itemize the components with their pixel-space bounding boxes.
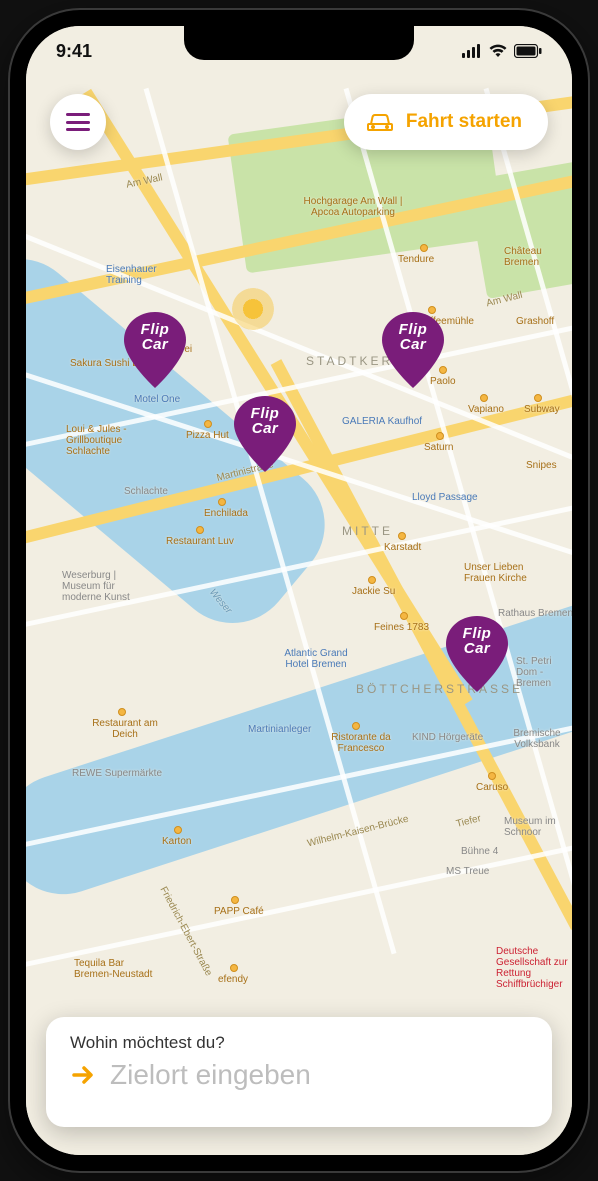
map-poi-label: St. Petri Dom - Bremen xyxy=(516,656,572,689)
map-poi-label: Snipes xyxy=(526,460,557,471)
map-poi-label: Bühne 4 xyxy=(461,846,498,857)
map-poi-label: Deutsche Gesellschaft zur Rettung Schiff… xyxy=(496,946,572,990)
destination-search-card[interactable]: Wohin möchtest du? xyxy=(46,1017,552,1127)
pin-brand: FlipCar xyxy=(382,322,444,352)
map-poi-dot xyxy=(196,526,204,534)
map-street-label: Tiefer xyxy=(455,813,482,830)
pin-brand: FlipCar xyxy=(124,322,186,352)
map-poi-label: Motel One xyxy=(134,394,180,405)
wifi-icon xyxy=(488,44,508,58)
map-poi-label: Subway xyxy=(524,404,560,415)
map-poi-dot xyxy=(174,826,182,834)
map-poi-label: Ristorante da Francesco xyxy=(326,732,396,754)
map-poi-label: Weserburg | Museum für moderne Kunst xyxy=(62,570,152,603)
search-row xyxy=(70,1059,528,1091)
map-poi-dot xyxy=(118,708,126,716)
phone-frame: 9:41 xyxy=(10,10,588,1171)
map-poi-label: Martinianleger xyxy=(248,724,311,735)
map-poi-dot xyxy=(436,432,444,440)
map-poi-dot xyxy=(400,612,408,620)
map-poi-label: Schlachte xyxy=(124,486,168,497)
map-poi-label: KIND Hörgeräte xyxy=(412,732,483,743)
map-poi-label: Enchilada xyxy=(204,508,248,519)
map-poi-label: efendy xyxy=(218,974,248,985)
start-trip-button[interactable]: Fahrt starten xyxy=(344,94,548,150)
status-time: 9:41 xyxy=(56,41,92,62)
map-poi-label: Lloyd Passage xyxy=(412,492,478,503)
map-poi-label: Hochgarage Am Wall | Apcoa Autoparking xyxy=(298,196,408,218)
map-poi-dot xyxy=(488,772,496,780)
car-pin[interactable]: FlipCar xyxy=(124,312,186,388)
map-poi-label: MS Treue xyxy=(446,866,489,877)
map-area-label: MITTE xyxy=(342,524,393,538)
pin-brand: FlipCar xyxy=(446,626,508,656)
map-poi-dot xyxy=(534,394,542,402)
map-poi-label: Jackie Su xyxy=(352,586,395,597)
car-pin[interactable]: FlipCar xyxy=(382,312,444,388)
car-pin[interactable]: FlipCar xyxy=(446,616,508,692)
map-poi-dot xyxy=(204,420,212,428)
map-poi-dot xyxy=(218,498,226,506)
map-poi-label: Saturn xyxy=(424,442,453,453)
map-poi-dot xyxy=(352,722,360,730)
arrow-right-icon xyxy=(70,1062,96,1088)
map-poi-label: Tendure xyxy=(398,254,434,265)
hamburger-icon xyxy=(66,113,90,131)
car-icon xyxy=(366,111,394,133)
map-poi-dot xyxy=(398,532,406,540)
map-poi-label: Château Bremen xyxy=(504,246,564,268)
map-poi-label: Tequila Bar Bremen-Neustadt xyxy=(74,958,154,980)
battery-icon xyxy=(514,44,542,58)
map-poi-label: Museum im Schnoor xyxy=(504,816,572,838)
map-poi-label: Atlantic Grand Hotel Bremen xyxy=(276,648,356,670)
map-poi-label: REWE Supermärkte xyxy=(72,768,162,779)
map-poi-dot xyxy=(420,244,428,252)
map-poi-label: Bremische Volksbank xyxy=(502,728,572,750)
menu-button[interactable] xyxy=(50,94,106,150)
map-poi-dot xyxy=(230,964,238,972)
signal-icon xyxy=(462,44,482,58)
map-poi-label: Loui & Jules - Grillboutique Schlachte xyxy=(66,424,146,457)
car-pin[interactable]: FlipCar xyxy=(234,396,296,472)
map-poi-label: Restaurant am Deich xyxy=(90,718,160,740)
search-label: Wohin möchtest du? xyxy=(70,1033,528,1053)
pin-brand: FlipCar xyxy=(234,406,296,436)
map-poi-label: Caruso xyxy=(476,782,508,793)
map-canvas[interactable]: STADTKERN MITTE BÖTTCHERSTRASSE Europcar… xyxy=(26,26,572,1155)
destination-input[interactable] xyxy=(110,1059,528,1091)
map-poi-label: Pizza Hut xyxy=(186,430,229,441)
map-poi-label: Rathaus Bremen xyxy=(498,608,572,619)
map-poi-label: GALERIA Kaufhof xyxy=(342,416,422,427)
map-poi-label: Grashoff xyxy=(516,316,554,327)
map-poi-dot xyxy=(368,576,376,584)
map-poi-label: Karton xyxy=(162,836,191,847)
map-poi-label: Karstadt xyxy=(384,542,421,553)
map-poi-dot xyxy=(480,394,488,402)
start-trip-label: Fahrt starten xyxy=(406,111,522,133)
map-poi-label: Feines 1783 xyxy=(374,622,429,633)
screen: 9:41 xyxy=(26,26,572,1155)
user-location xyxy=(232,288,274,330)
map-poi-label: Restaurant Luv xyxy=(166,536,234,547)
map-poi-label: Vapiano xyxy=(468,404,504,415)
map-poi-label: Unser Lieben Frauen Kirche xyxy=(464,562,534,584)
status-icons xyxy=(462,44,542,58)
map-poi-label: PAPP Café xyxy=(214,906,264,917)
notch xyxy=(184,26,414,60)
map-poi-dot xyxy=(231,896,239,904)
map-poi-label: Eisenhauer Training xyxy=(106,264,166,286)
